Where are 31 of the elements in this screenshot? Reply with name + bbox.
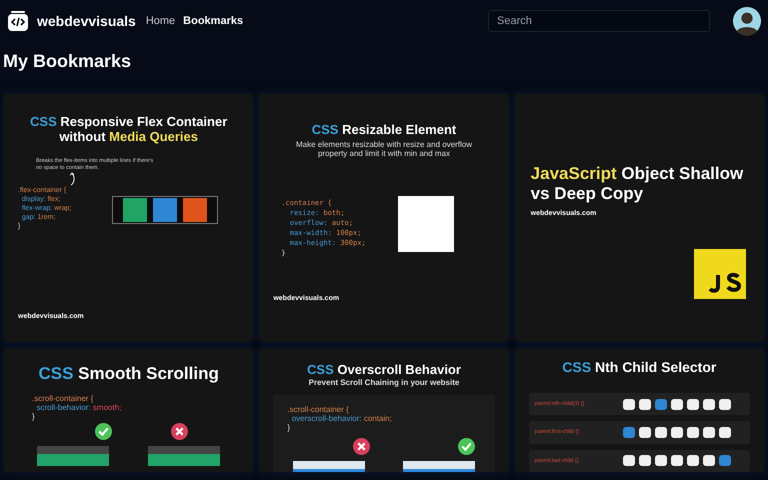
check-icon (95, 423, 112, 440)
cross-icon (353, 438, 370, 455)
thumbnail-subtitle: Make elements resizable with resize and overflow property and limit it with min and max (294, 140, 474, 158)
js-logo-icon (694, 249, 746, 299)
search-field[interactable]: Search (488, 10, 710, 32)
code-line: } (287, 423, 291, 432)
code-line: overscroll-behavior: contain; (290, 414, 393, 423)
bookmark-card[interactable]: CSS Smooth Scrolling .scroll-container { scroll-behavior: smooth; } (4, 348, 254, 472)
bookmark-card[interactable] (259, 94, 509, 342)
code-line: scroll-behavior: smooth; (35, 403, 122, 412)
thumbnail-title: JavaScript Object Shallow vs Deep Copy (530, 164, 744, 204)
thumbnail-title: CSS Resizable Element (310, 122, 458, 137)
code-line: } (32, 412, 36, 421)
thumbnail-title: CSS Overscroll Behavior (306, 362, 462, 377)
brand-name[interactable]: webdevvisuals (37, 13, 136, 29)
thumbnail-title: CSS Smooth Scrolling (37, 364, 220, 384)
code-line: .scroll-container { (32, 394, 94, 403)
logo-icon (6, 9, 30, 33)
cross-icon (170, 423, 188, 440)
code-line: .scroll-container { (287, 405, 350, 414)
bookmark-card[interactable] (4, 94, 254, 342)
thumbnail-subtitle: Prevent Scroll Chaining in your website (308, 378, 460, 387)
thumbnail-title: CSS Nth Child Selector (561, 360, 718, 375)
thumbnail-title: CSS Responsive Flex Container without Media Queries (29, 114, 228, 144)
check-icon (458, 438, 475, 455)
nav-link[interactable]: Bookmarks (183, 15, 244, 27)
avatar-icon[interactable] (732, 6, 762, 36)
nav-link[interactable]: Home (146, 15, 176, 27)
page-title: My Bookmarks (3, 50, 132, 73)
resizable-box (398, 196, 454, 252)
bookmark-card[interactable]: CSS Overscroll Behavior Prevent Scroll Chaining in your website .scroll-container { overscroll-behavior: contain; } (259, 348, 509, 472)
